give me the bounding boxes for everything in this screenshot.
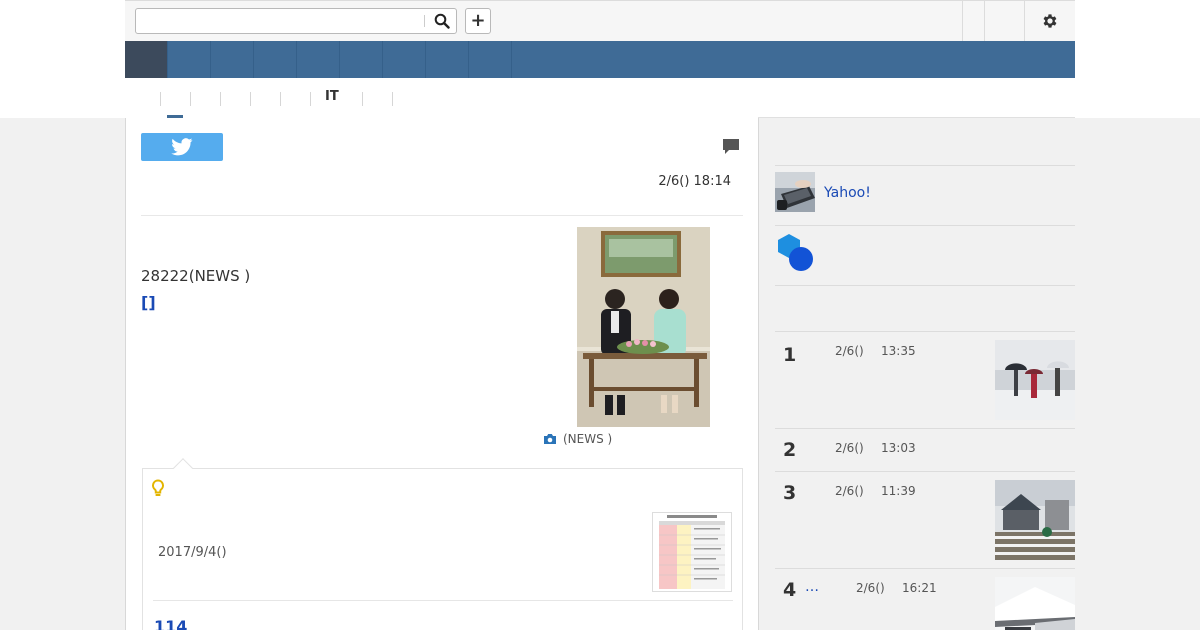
search-input[interactable]	[136, 9, 424, 33]
service-logo	[775, 232, 815, 272]
sidebar-section-divider	[775, 285, 1075, 331]
related-article-date: 2017/9/4()	[158, 545, 227, 560]
ranking-number: 2	[783, 439, 797, 461]
photo-caption-text: (NEWS )	[563, 432, 613, 446]
laptop-thumbnail	[775, 172, 815, 212]
sidebar-yahoo-link[interactable]: Yahoo!	[824, 185, 871, 201]
nav-item[interactable]	[297, 41, 340, 78]
comment-button[interactable]	[722, 138, 740, 159]
nav-item[interactable]	[426, 41, 469, 78]
subnav-separator	[362, 92, 363, 106]
toolbar-divider	[984, 1, 985, 41]
subnav-separator	[160, 92, 161, 106]
add-button[interactable]: +	[465, 8, 491, 34]
ranking-time: 13:03	[881, 441, 916, 455]
snow-umbrella-photo	[995, 340, 1075, 420]
article-link[interactable]: []	[141, 293, 156, 312]
related-divider	[153, 600, 733, 601]
settings-button[interactable]	[1025, 1, 1075, 41]
ranking-date: 2/6()	[856, 581, 885, 595]
subnav-separator	[280, 92, 281, 106]
tweet-button[interactable]	[141, 133, 223, 161]
sidebar-promo-yahoo[interactable]	[775, 165, 1075, 225]
nav-item[interactable]	[340, 41, 383, 78]
ranking-item-2[interactable]: 2 2/6() 13:03	[775, 428, 1075, 471]
blue-hexagon-logo-icon	[778, 234, 813, 271]
related-articles-box: 2017/9/4() 114	[142, 458, 743, 630]
ranking-item-4[interactable]: 4 … 2/6() 16:21	[775, 568, 1075, 630]
tip-marker	[151, 479, 165, 501]
nav-item[interactable]	[168, 41, 211, 78]
snowy-field-photo	[995, 480, 1075, 560]
article-photo[interactable]	[577, 227, 710, 427]
related-count-link[interactable]: 114	[154, 617, 187, 630]
subnav-separator	[250, 92, 251, 106]
subnav-separator	[392, 92, 393, 106]
search-icon	[434, 13, 450, 29]
sidebar-promo-service[interactable]	[775, 225, 1075, 285]
subnav-item-it[interactable]: IT	[325, 89, 339, 104]
article-main: 2/6() 18:14 28222(NEWS ) [] (NEWS) 2017…	[125, 118, 759, 630]
sidebar: Yahoo! 1 2/6() 13:35 2 2/6() 13:03 3 2/6…	[775, 118, 1075, 630]
article-date: 2/6() 18:14	[658, 174, 731, 189]
table-document-thumbnail	[653, 513, 731, 591]
search-box	[135, 8, 457, 34]
nav-item[interactable]	[254, 41, 297, 78]
camera-icon	[544, 434, 556, 444]
ranking-date: 2/6()	[835, 484, 864, 498]
subnav-separator	[220, 92, 221, 106]
ranking-time: 11:39	[881, 484, 916, 498]
header-area: + IT	[0, 0, 1200, 118]
category-subnav: IT	[125, 78, 1075, 118]
laptop-photo	[775, 172, 815, 212]
gear-icon	[1043, 14, 1057, 28]
toolbar-divider	[962, 1, 963, 41]
ranking-thumbnail	[995, 480, 1075, 560]
search-separator	[424, 15, 425, 27]
nav-item[interactable]	[211, 41, 254, 78]
search-button[interactable]	[428, 9, 456, 33]
subnav-separator	[310, 92, 311, 106]
comment-icon	[723, 139, 739, 154]
top-toolbar: +	[125, 0, 1075, 41]
lightbulb-icon	[152, 479, 164, 496]
ranking-time: 13:35	[881, 344, 916, 358]
nav-item[interactable]	[383, 41, 426, 78]
ranking-date: 2/6()	[835, 344, 864, 358]
main-nav	[125, 41, 1075, 78]
ranking-item-1[interactable]: 1 2/6() 13:35	[775, 331, 1075, 428]
ranking-number: 3	[783, 482, 797, 504]
article-lead: 28222(NEWS )	[141, 267, 251, 285]
ranking-item-3[interactable]: 3 2/6() 11:39	[775, 471, 1075, 568]
article-divider	[141, 215, 743, 216]
press-conference-photo	[577, 227, 710, 427]
ranking-thumbnail	[995, 577, 1075, 630]
ranking-number: 1	[783, 344, 797, 366]
nav-item[interactable]	[469, 41, 512, 78]
twitter-icon	[171, 138, 193, 156]
related-box-notch	[173, 458, 193, 478]
nav-item-home[interactable]	[125, 41, 168, 78]
ranking-thumbnail	[995, 340, 1075, 420]
photo-caption: (NEWS )	[543, 432, 612, 446]
subnav-separator	[190, 92, 191, 106]
related-article-thumb[interactable]	[652, 512, 732, 592]
ranking-more-link[interactable]: …	[805, 579, 819, 595]
snow-roof-photo	[995, 577, 1075, 630]
ranking-number: 4	[783, 579, 797, 601]
ranking-date: 2/6()	[835, 441, 864, 455]
ranking-time: 16:21	[902, 581, 937, 595]
